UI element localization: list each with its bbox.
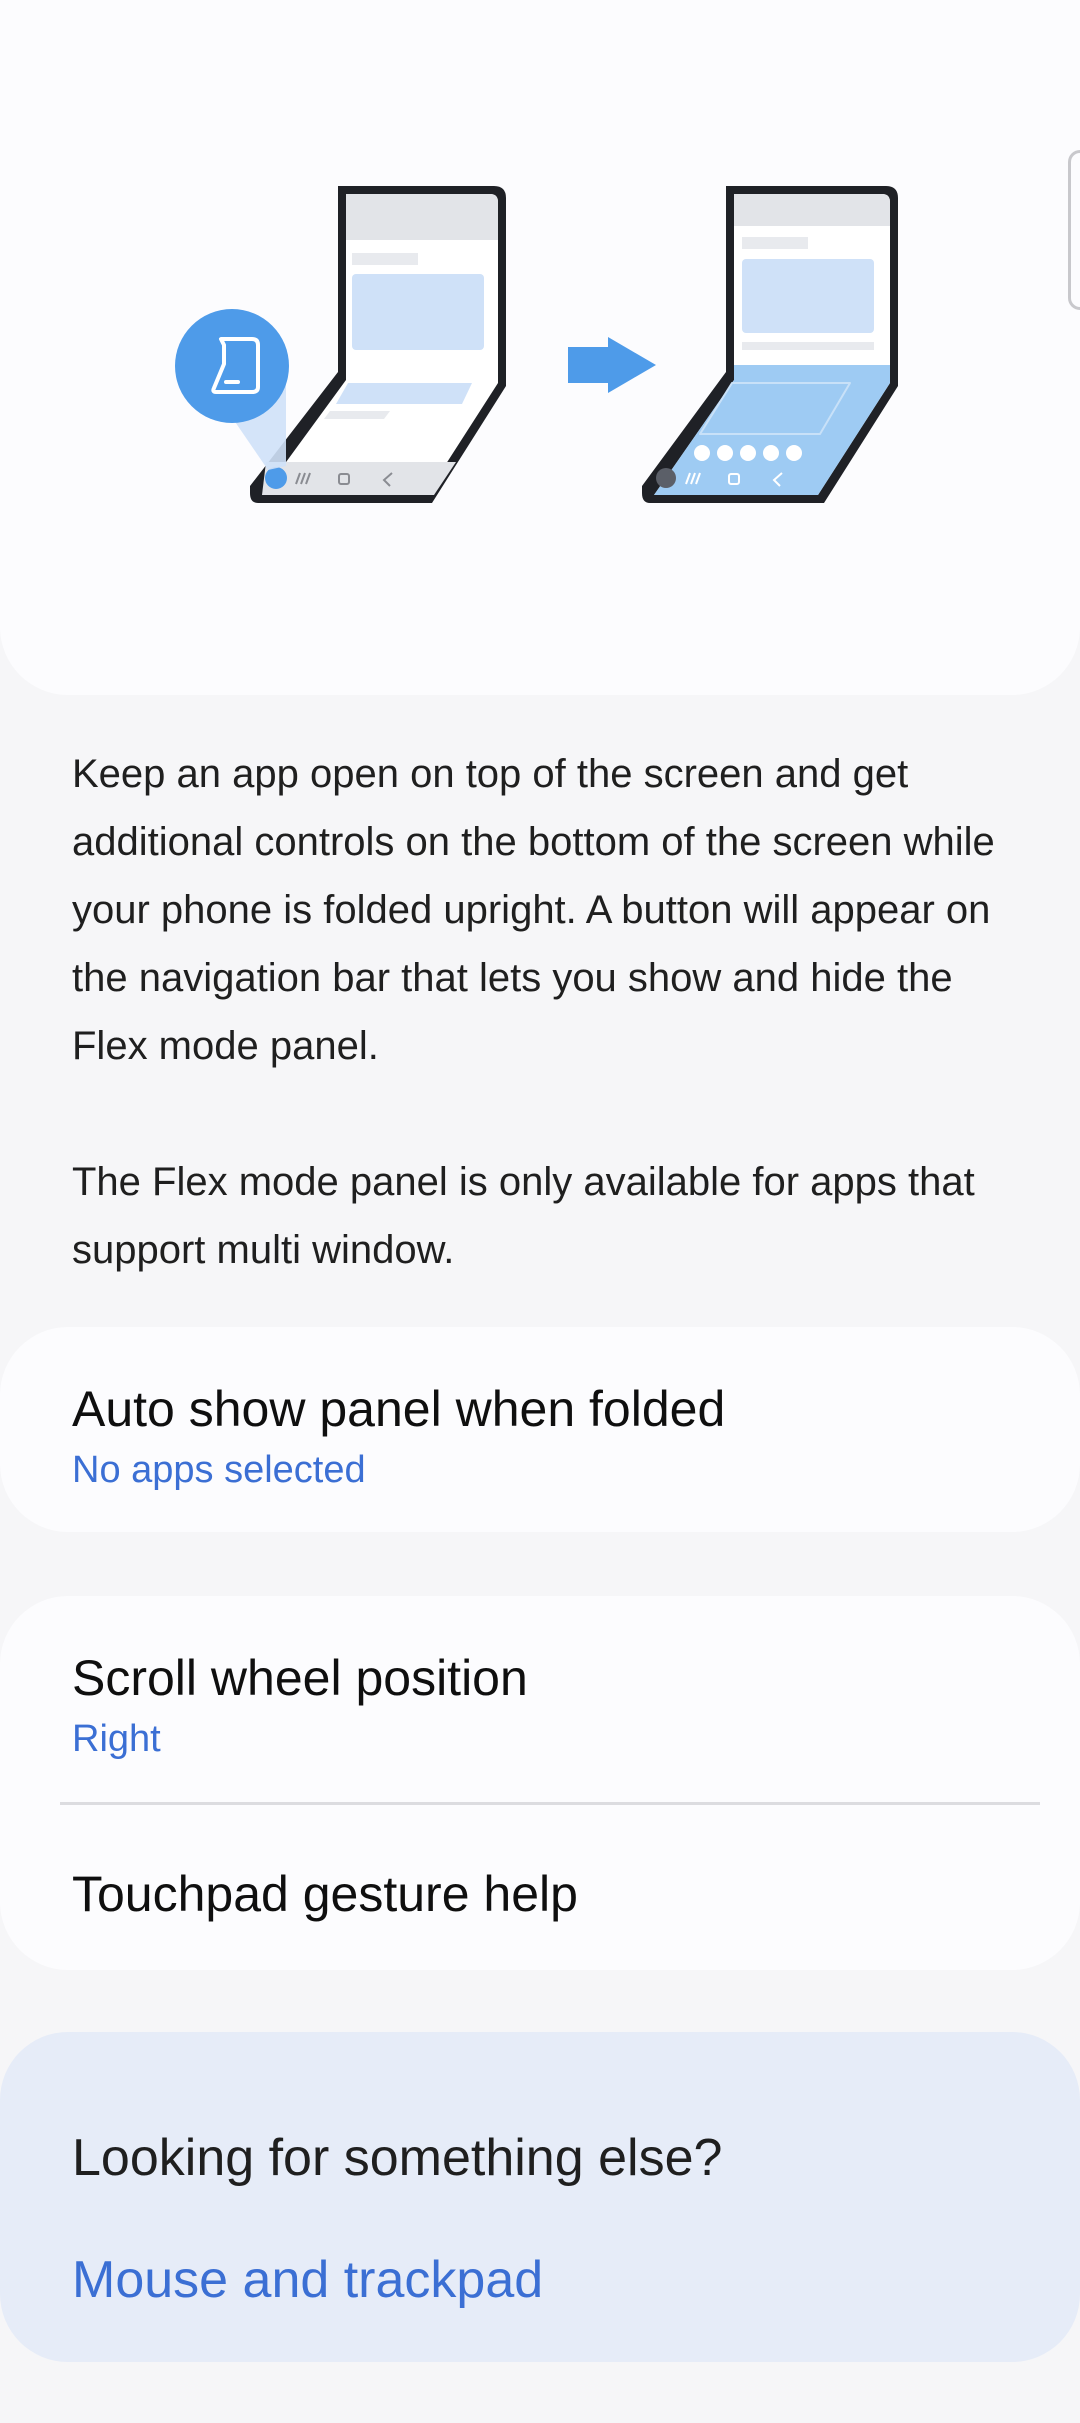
mouse-and-trackpad-link[interactable]: Mouse and trackpad <box>72 2250 543 2310</box>
illustration-card <box>0 0 1080 695</box>
touchpad-gesture-help-item[interactable]: Touchpad gesture help <box>72 1864 1008 1924</box>
arrow-right-icon <box>568 337 656 393</box>
flex-mode-illustration <box>175 186 898 503</box>
flex-panel-button-icon <box>175 309 289 423</box>
scroll-wheel-position-title: Scroll wheel position <box>72 1650 528 1706</box>
auto-show-panel-setting[interactable]: Auto show panel when folded No apps sele… <box>0 1327 1080 1532</box>
scroll-wheel-position-value: Right <box>72 1718 161 1760</box>
scrollbar[interactable] <box>1068 150 1080 310</box>
feature-description: Keep an app open on top of the screen an… <box>72 740 1012 1284</box>
folded-phone-illustration <box>250 186 506 503</box>
auto-show-panel-title: Auto show panel when folded <box>72 1381 726 1437</box>
divider <box>60 1802 1040 1805</box>
auto-show-panel-item[interactable]: Auto show panel when folded No apps sele… <box>72 1379 1008 1495</box>
auto-show-panel-value: No apps selected <box>72 1449 366 1491</box>
flex-mode-panel-page: Keep an app open on top of the screen an… <box>0 0 1080 2423</box>
scroll-wheel-position-item[interactable]: Scroll wheel position Right <box>72 1648 1008 1764</box>
scroll-touchpad-settings-card: Scroll wheel position Right Touchpad ges… <box>0 1596 1080 1970</box>
description-paragraph: Keep an app open on top of the screen an… <box>72 752 995 1068</box>
touchpad-gesture-help-title: Touchpad gesture help <box>72 1866 578 1922</box>
suggestions-title: Looking for something else? <box>72 2129 723 2187</box>
folded-phone-flex-mode-illustration <box>642 186 898 503</box>
looking-for-something-else-card: Looking for something else? Mouse and tr… <box>0 2032 1080 2362</box>
description-note: The Flex mode panel is only available fo… <box>72 1160 975 1272</box>
